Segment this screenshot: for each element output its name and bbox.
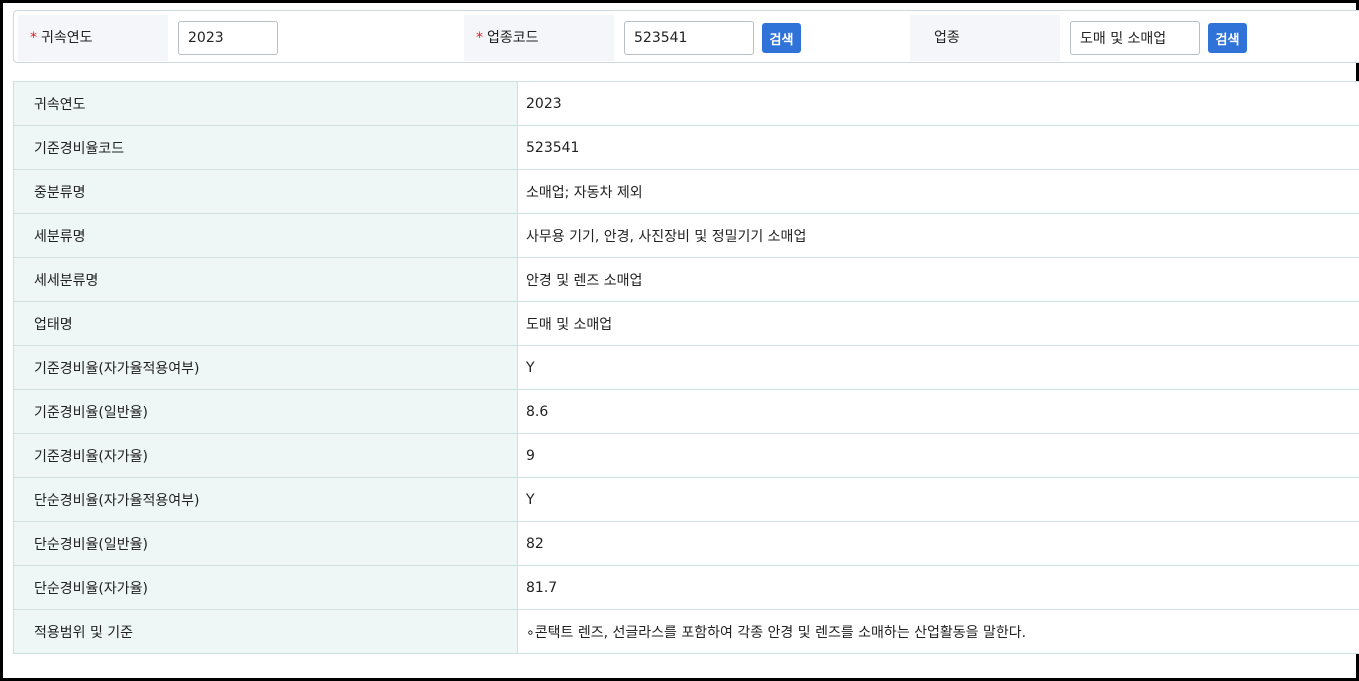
detail-row: 기준경비율코드 523541	[13, 125, 1359, 170]
year-input[interactable]	[178, 21, 278, 55]
detail-label: 세세분류명	[13, 257, 518, 302]
code-label: 업종코드	[487, 30, 539, 46]
detail-value: ∘콘택트 렌즈, 선글라스를 포함하여 각종 안경 및 렌즈를 소매하는 산업활…	[517, 609, 1359, 654]
detail-label: 중분류명	[13, 169, 518, 214]
detail-label: 세분류명	[13, 213, 518, 258]
detail-row: 단순경비율(일반율) 82	[13, 521, 1359, 566]
industry-search-button[interactable]: 검색	[1208, 23, 1247, 53]
detail-value: Y	[517, 345, 1359, 390]
detail-label: 단순경비율(일반율)	[13, 521, 518, 566]
detail-value: Y	[517, 477, 1359, 522]
industry-label: 업종	[934, 30, 960, 46]
detail-row: 단순경비율(자가율) 81.7	[13, 565, 1359, 610]
detail-row: 귀속연도 2023	[13, 81, 1359, 126]
detail-row: 기준경비율(자가율적용여부) Y	[13, 345, 1359, 390]
search-form: *귀속연도 *업종코드 검색 업종 검색	[13, 10, 1359, 63]
detail-value: 소매업; 자동차 제외	[517, 169, 1359, 214]
detail-value: 8.6	[517, 389, 1359, 434]
detail-label: 기준경비율(자가율)	[13, 433, 518, 478]
detail-value: 82	[517, 521, 1359, 566]
code-search-button[interactable]: 검색	[762, 23, 801, 53]
detail-value: 사무용 기기, 안경, 사진장비 및 정밀기기 소매업	[517, 213, 1359, 258]
detail-value: 9	[517, 433, 1359, 478]
detail-label: 기준경비율코드	[13, 125, 518, 170]
detail-label: 단순경비율(자가율)	[13, 565, 518, 610]
code-input[interactable]	[624, 21, 754, 55]
detail-row: 세세분류명 안경 및 렌즈 소매업	[13, 257, 1359, 302]
detail-value: 도매 및 소매업	[517, 301, 1359, 346]
detail-value: 안경 및 렌즈 소매업	[517, 257, 1359, 302]
detail-row: 단순경비율(자가율적용여부) Y	[13, 477, 1359, 522]
detail-label: 귀속연도	[13, 81, 518, 126]
detail-value: 523541	[517, 125, 1359, 170]
industry-input[interactable]	[1070, 21, 1200, 55]
detail-row: 세분류명 사무용 기기, 안경, 사진장비 및 정밀기기 소매업	[13, 213, 1359, 258]
detail-table: 귀속연도 2023 기준경비율코드 523541 중분류명 소매업; 자동차 제외 세분류명…	[13, 81, 1359, 654]
detail-row: 중분류명 소매업; 자동차 제외	[13, 169, 1359, 214]
required-mark: *	[476, 30, 483, 46]
detail-row: 업태명 도매 및 소매업	[13, 301, 1359, 346]
required-mark: *	[30, 30, 37, 46]
detail-label: 기준경비율(일반율)	[13, 389, 518, 434]
detail-label: 업태명	[13, 301, 518, 346]
detail-row: 기준경비율(자가율) 9	[13, 433, 1359, 478]
year-label-cell: * 귀속연도	[18, 15, 168, 61]
year-label: 귀속연도	[41, 30, 93, 46]
detail-label: 적용범위 및 기준	[13, 609, 518, 654]
detail-label: 기준경비율(자가율적용여부)	[13, 345, 518, 390]
detail-row: 기준경비율(일반율) 8.6	[13, 389, 1359, 434]
industry-label-cell: 업종	[910, 15, 1060, 61]
detail-value: 81.7	[517, 565, 1359, 610]
detail-row: 적용범위 및 기준 ∘콘택트 렌즈, 선글라스를 포함하여 각종 안경 및 렌즈를…	[13, 609, 1359, 654]
detail-value: 2023	[517, 81, 1359, 126]
code-label-cell: * 업종코드	[464, 15, 614, 61]
detail-label: 단순경비율(자가율적용여부)	[13, 477, 518, 522]
